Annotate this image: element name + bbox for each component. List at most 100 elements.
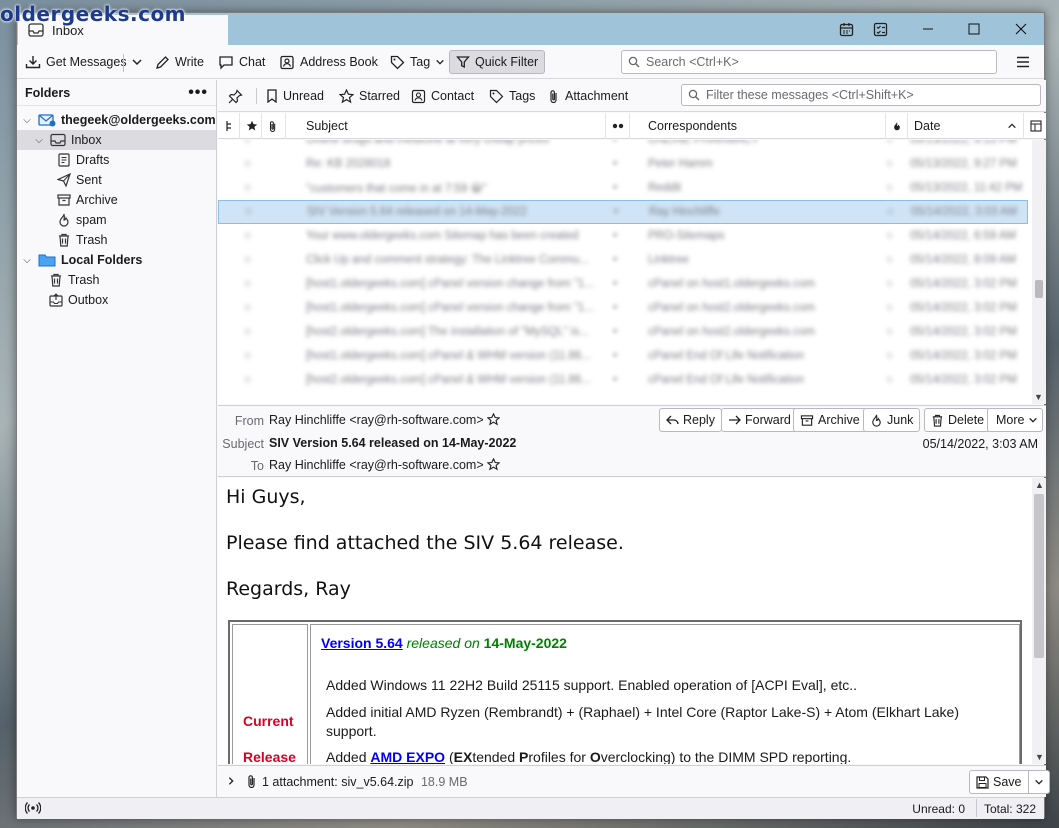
folder-archive[interactable]: Archive <box>17 190 216 210</box>
star-icon[interactable] <box>487 413 501 426</box>
junk-status-column[interactable] <box>886 113 908 139</box>
folder-outbox[interactable]: Outbox <box>17 290 216 310</box>
scrollbar-thumb[interactable] <box>1034 494 1044 658</box>
thread-date: 05/14/2022, 3:02 PM <box>910 302 1017 314</box>
thread-row[interactable]: ○ Your www.oldergeeks.com Sitemap has bee… <box>218 224 1028 248</box>
thread-subject: "customers that come in at 7:59 😀" <box>306 183 487 195</box>
chevron-down-icon[interactable] <box>1029 777 1049 787</box>
chevron-down-icon[interactable]: ⌵ <box>21 115 33 126</box>
forward-button[interactable]: Forward <box>721 408 798 432</box>
quick-filter-button[interactable]: Quick Filter <box>449 50 546 74</box>
read-status-column[interactable] <box>606 113 630 139</box>
thread-row[interactable]: ○ "customers that come in at 7:59 😀" • Redd… <box>218 176 1028 200</box>
account-mail-icon <box>38 113 56 127</box>
address-book-button[interactable]: Address Book <box>275 50 382 74</box>
junk-cell: ○ <box>886 302 893 314</box>
folder-sent[interactable]: Sent <box>17 170 216 190</box>
chat-button[interactable]: Chat <box>214 50 269 74</box>
attachment-summary[interactable]: 1 attachment: siv_v5.64.zip 18.9 MB <box>262 775 468 789</box>
version-link[interactable]: Version 5.64 <box>321 635 403 651</box>
thread-row[interactable]: ○ SIV Version 5.64 released on 14-May-202… <box>218 200 1028 224</box>
app-menu-button[interactable] <box>1012 50 1034 74</box>
online-status-icon[interactable] <box>25 801 41 815</box>
maximize-button[interactable] <box>951 13 997 45</box>
global-search-input[interactable]: Search <Ctrl+K> <box>621 50 997 74</box>
from-value[interactable]: Ray Hinchliffe <ray@rh-software.com> <box>269 413 501 427</box>
thread-date: 05/14/2022, 3:02 PM <box>910 278 1017 290</box>
message-date: 05/14/2022, 3:03 AM <box>922 437 1038 451</box>
folder-spam[interactable]: spam <box>17 210 216 230</box>
junk-cell: ○ <box>886 140 893 146</box>
scroll-down-icon[interactable]: ▼ <box>1034 392 1043 402</box>
scrollbar-thumb[interactable] <box>1035 280 1043 298</box>
attachment-filter-button[interactable]: Attachment <box>548 86 628 106</box>
thread-icon <box>225 120 233 132</box>
tag-icon <box>489 89 504 104</box>
star-cell: ○ <box>244 278 251 290</box>
folder-local-folders[interactable]: ⌵ Local Folders <box>17 250 216 270</box>
get-messages-dropdown[interactable] <box>127 50 147 74</box>
junk-button[interactable]: Junk <box>863 408 921 432</box>
minimize-button[interactable] <box>905 13 951 45</box>
star-icon[interactable] <box>487 458 501 471</box>
contact-filter-button[interactable]: Contact <box>411 86 474 106</box>
subject-column[interactable]: Subject <box>286 113 606 139</box>
junk-cell: ○ <box>886 278 893 290</box>
scroll-down-icon[interactable]: ▼ <box>1035 752 1044 762</box>
scroll-up-icon[interactable]: ▲ <box>1035 480 1044 490</box>
attachment-column[interactable] <box>262 113 286 139</box>
message-body-scrollbar[interactable]: ▲ ▼ <box>1032 478 1046 764</box>
thread-row[interactable]: ○ Re: KB 2028018 • Peter Hamm ○ 05/13/2022, 9… <box>218 152 1028 176</box>
sent-icon <box>57 173 71 187</box>
archive-button[interactable]: Archive <box>793 408 867 432</box>
chevron-right-icon[interactable] <box>226 776 236 786</box>
filter-icon <box>456 55 470 69</box>
more-button[interactable]: More <box>987 408 1044 432</box>
date-column[interactable]: Date <box>908 113 1024 139</box>
folder-account[interactable]: ⌵ thegeek@oldergeeks.com <box>17 110 216 130</box>
unread-filter-button[interactable]: Unread <box>266 86 324 106</box>
thread-row[interactable]: ○ [host1.oldergeeks.com] cPanel version c… <box>218 296 1028 320</box>
from-address[interactable]: Ray Hinchliffe <ray@rh-software.com> <box>269 413 484 427</box>
correspondents-column[interactable]: Correspondents <box>630 113 886 139</box>
attachment-name[interactable]: siv_v5.64.zip <box>341 775 413 789</box>
more-options-icon[interactable]: ••• <box>188 84 208 102</box>
reply-button[interactable]: Reply <box>659 408 722 432</box>
thread-list-scrollbar[interactable]: ▼ <box>1032 140 1046 404</box>
folder-pane-header: Folders ••• <box>17 80 216 106</box>
inbox-icon <box>50 133 66 147</box>
junk-cell: ○ <box>887 206 894 218</box>
amd-expo-link[interactable]: AMD EXPO <box>370 749 445 764</box>
folder-local-trash[interactable]: Trash <box>17 270 216 290</box>
thread-column[interactable] <box>218 113 240 139</box>
chevron-down-icon[interactable]: ⌵ <box>21 255 33 266</box>
starred-column[interactable] <box>240 113 262 139</box>
sticky-filter-button[interactable] <box>228 86 243 106</box>
folder-trash[interactable]: Trash <box>17 230 216 250</box>
chevron-down-icon <box>1028 415 1038 425</box>
chevron-down-icon[interactable]: ⌵ <box>33 135 45 146</box>
save-attachment-button[interactable]: Save <box>969 770 1050 794</box>
column-picker[interactable] <box>1024 113 1046 139</box>
thread-row[interactable]: ○ Click Up and comment strategy: The Link… <box>218 248 1028 272</box>
tags-filter-button[interactable]: Tags <box>489 86 535 106</box>
thread-correspondent: Reddit <box>648 182 682 194</box>
thread-row[interactable]: ○ [host2.oldergeeks.com] cPanel & WHM ver… <box>218 368 1028 392</box>
tag-button[interactable]: Tag <box>386 50 449 74</box>
delete-button[interactable]: Delete <box>924 408 992 432</box>
to-address[interactable]: Ray Hinchliffe <ray@rh-software.com> <box>269 458 484 472</box>
folder-drafts[interactable]: Drafts <box>17 150 216 170</box>
starred-filter-button[interactable]: Starred <box>339 86 400 106</box>
thread-row[interactable]: ○ Online drugs and medicine at very cheap… <box>218 140 1028 152</box>
folder-inbox[interactable]: ⌵ Inbox <box>17 130 216 150</box>
get-messages-button[interactable]: Get Messages <box>21 50 131 74</box>
thread-row[interactable]: ○ [host1.oldergeeks.com] cPanel & WHM ver… <box>218 344 1028 368</box>
thread-row[interactable]: ○ [host2.oldergeeks.com] The installation… <box>218 320 1028 344</box>
tasks-icon[interactable] <box>857 13 903 45</box>
close-button[interactable] <box>998 13 1044 45</box>
to-value[interactable]: Ray Hinchliffe <ray@rh-software.com> <box>269 458 501 472</box>
filter-messages-input[interactable]: Filter these messages <Ctrl+Shift+K> <box>681 84 1041 106</box>
write-button[interactable]: Write <box>151 50 208 74</box>
junk-cell: ○ <box>886 350 893 362</box>
thread-row[interactable]: ○ [host1.oldergeeks.com] cPanel version c… <box>218 272 1028 296</box>
